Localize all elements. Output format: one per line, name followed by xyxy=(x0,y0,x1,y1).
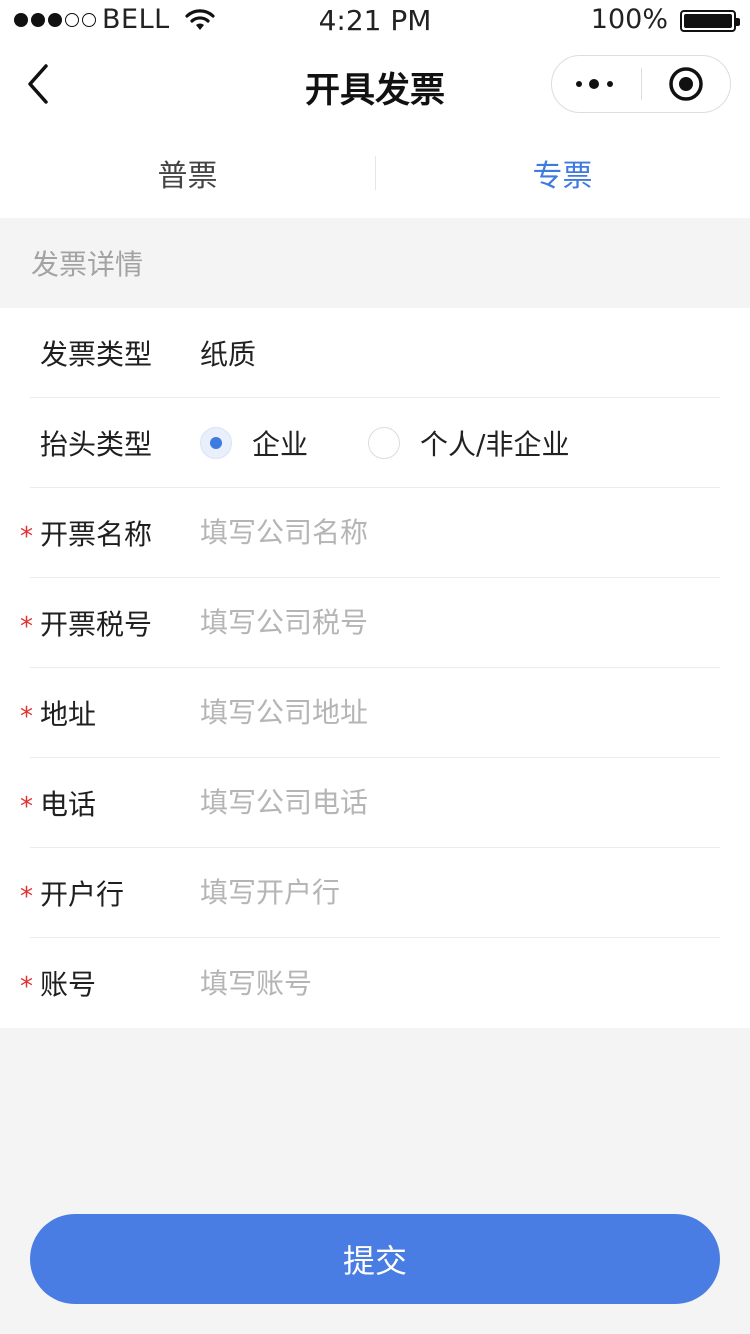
tax-number-label: 开票税号 xyxy=(40,607,153,641)
tab-special-invoice[interactable]: 专票 xyxy=(375,128,750,218)
title-type-radio-group: 企业 个人/非企业 xyxy=(200,423,629,463)
address-input[interactable] xyxy=(200,696,700,729)
radio-personal[interactable]: 个人/非企业 xyxy=(368,423,569,463)
radio-personal-label: 个人/非企业 xyxy=(420,427,570,461)
close-button[interactable] xyxy=(642,56,731,112)
required-mark: * xyxy=(20,882,33,912)
phone-input[interactable] xyxy=(200,786,700,819)
target-close-icon xyxy=(669,67,703,101)
tab-divider xyxy=(375,156,376,190)
title-type-label: 抬头类型 xyxy=(40,427,153,461)
required-mark: * xyxy=(20,792,33,822)
invoice-name-input[interactable] xyxy=(200,516,700,549)
required-mark: * xyxy=(20,972,33,1002)
status-bar: BELL 4:21 PM 100% xyxy=(0,0,750,40)
address-row: * 地址 xyxy=(20,668,720,758)
battery-icon xyxy=(680,10,740,32)
title-type-row: 抬头类型 企业 个人/非企业 xyxy=(30,398,720,488)
invoice-name-label: 开票名称 xyxy=(40,517,153,551)
section-title: 发票详情 xyxy=(31,248,144,281)
more-dots-icon xyxy=(576,79,614,89)
address-label: 地址 xyxy=(40,697,97,731)
bank-input[interactable] xyxy=(200,876,700,909)
account-label: 账号 xyxy=(40,968,97,1001)
phone-label: 电话 xyxy=(40,787,97,821)
bank-label: 开户行 xyxy=(40,877,125,911)
tax-number-row: * 开票税号 xyxy=(20,578,720,668)
account-input[interactable] xyxy=(200,966,700,1000)
submit-button[interactable]: 提交 xyxy=(30,1214,720,1304)
invoice-type-label: 发票类型 xyxy=(40,337,153,371)
account-row: * 账号 xyxy=(20,938,720,1028)
battery-percent: 100% xyxy=(590,4,668,35)
tax-number-input[interactable] xyxy=(200,606,700,639)
phone-row: * 电话 xyxy=(20,758,720,848)
mini-program-capsule xyxy=(551,55,731,113)
invoice-tabs: 普票 专票 xyxy=(0,128,750,218)
radio-enterprise-label: 企业 xyxy=(252,427,309,461)
bank-row: * 开户行 xyxy=(20,848,720,938)
required-mark: * xyxy=(20,702,33,732)
radio-enterprise[interactable]: 企业 xyxy=(200,423,308,463)
tab-normal-invoice[interactable]: 普票 xyxy=(0,128,375,218)
required-mark: * xyxy=(20,612,33,642)
invoice-type-row: 发票类型 纸质 xyxy=(30,308,720,398)
required-mark: * xyxy=(20,522,33,552)
invoice-form: 发票类型 纸质 抬头类型 企业 个人/非企业 * 开票名称 * 开票税号 * 地… xyxy=(0,308,750,1028)
more-button[interactable] xyxy=(552,56,641,112)
radio-checked-icon xyxy=(200,426,232,459)
nav-bar: 开具发票 xyxy=(0,40,750,128)
invoice-name-row: * 开票名称 xyxy=(20,488,720,578)
invoice-type-value: 纸质 xyxy=(200,337,257,371)
radio-unchecked-icon xyxy=(368,426,401,459)
